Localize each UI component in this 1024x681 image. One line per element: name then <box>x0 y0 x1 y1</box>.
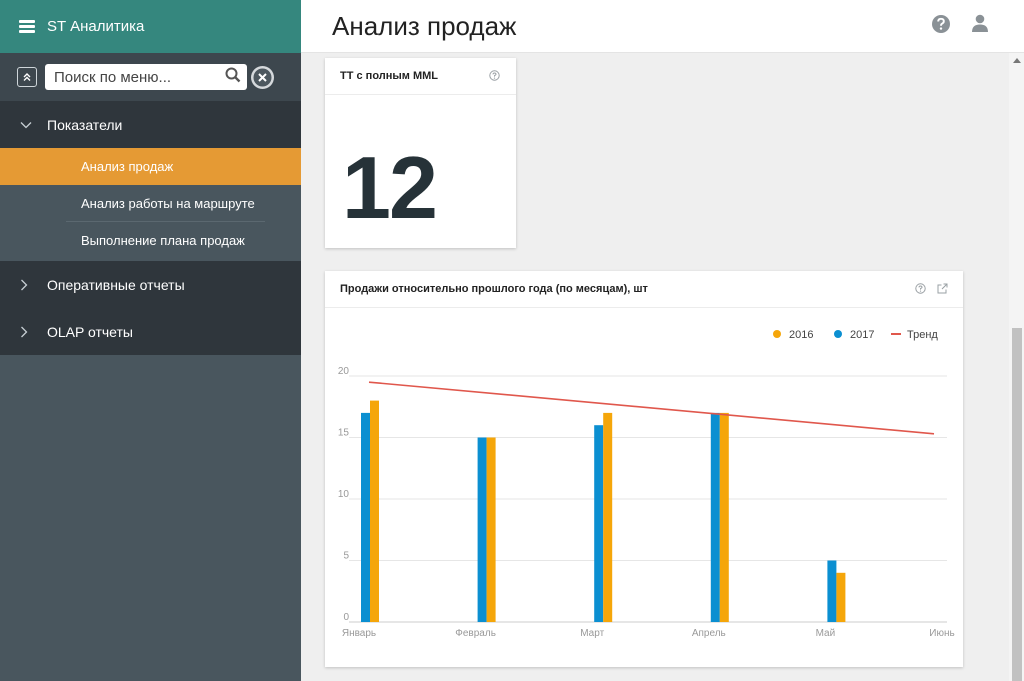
kpi-value: 12 <box>342 138 438 237</box>
bar-2016 <box>603 412 613 622</box>
x-tick-label: Май <box>816 628 836 639</box>
sidebar-group-label: Показатели <box>47 116 123 133</box>
bar-2017 <box>361 412 370 622</box>
legend-label: 2017 <box>850 329 874 341</box>
x-tick-label: Февраль <box>455 628 496 639</box>
bar-2017 <box>827 560 837 622</box>
sidebar-item-label: Анализ продаж <box>81 159 174 174</box>
chart-card: Продажи относительно прошлого года (по м… <box>325 271 963 667</box>
chart-plot: 0 5 10 15 20 Январь Февраль Март Апрель Май Июнь 20… <box>338 329 955 639</box>
chevron-down-icon <box>20 121 34 129</box>
y-tick-label: 0 <box>343 612 349 623</box>
sidebar-item-label: Анализ работы на маршруте <box>81 196 255 211</box>
bar-2017 <box>594 425 604 622</box>
sidebar: ST Аналитика Показатели Анализ продаж Ан… <box>0 0 301 681</box>
hamburger-icon[interactable] <box>19 20 35 33</box>
x-tick-label: Март <box>580 628 604 639</box>
bar-2017 <box>710 412 720 622</box>
sidebar-item-sales-analysis[interactable]: Анализ продаж <box>0 148 301 185</box>
legend-label: Тренд <box>907 329 938 341</box>
bar-2016 <box>836 572 846 622</box>
sidebar-subitems: Анализ продаж Анализ работы на маршруте … <box>0 148 301 261</box>
y-tick-label: 10 <box>338 489 350 500</box>
user-icon[interactable] <box>970 13 990 38</box>
search-icon[interactable] <box>225 67 241 88</box>
sidebar-group-label: OLAP отчеты <box>47 323 133 340</box>
sidebar-group-label: Оперативные отчеты <box>47 276 185 293</box>
bar-2016 <box>719 412 729 622</box>
legend-marker <box>773 330 781 338</box>
kpi-title: ТТ с полным MML <box>340 70 439 82</box>
sidebar-group-pokazateli[interactable]: Показатели <box>0 101 301 148</box>
trend-line <box>368 381 935 435</box>
y-tick-label: 20 <box>338 366 350 377</box>
x-tick-label: Январь <box>342 628 376 639</box>
page-scrollbar[interactable] <box>1009 53 1024 681</box>
app-header: ST Аналитика <box>0 0 301 53</box>
kpi-card-header: ТТ с полным MML <box>325 58 516 95</box>
bar-2017 <box>477 437 487 622</box>
search-input[interactable] <box>54 68 225 86</box>
y-tick-label: 15 <box>338 428 350 439</box>
collapse-up-icon[interactable] <box>17 67 37 87</box>
y-tick-label: 5 <box>343 551 349 562</box>
sidebar-group-olap-reports[interactable]: OLAP отчеты <box>0 308 301 355</box>
legend-label: 2016 <box>789 329 813 341</box>
scroll-up-arrow[interactable] <box>1013 58 1021 63</box>
sidebar-item-sales-plan[interactable]: Выполнение плана продаж <box>0 222 301 259</box>
search-field <box>45 64 247 90</box>
page-title: Анализ продаж <box>332 11 517 41</box>
help-icon[interactable] <box>931 14 951 39</box>
sidebar-item-label: Выполнение плана продаж <box>81 233 245 248</box>
help-icon[interactable] <box>489 70 500 84</box>
bar-2016 <box>486 437 496 622</box>
x-tick-label: Июнь <box>929 628 954 639</box>
scroll-thumb[interactable] <box>1012 328 1022 681</box>
bar-2016 <box>370 400 379 622</box>
chevron-right-icon <box>20 326 34 338</box>
page-header: Анализ продаж <box>301 0 1024 53</box>
app-title: ST Аналитика <box>47 18 145 35</box>
sidebar-item-route-analysis[interactable]: Анализ работы на маршруте <box>0 185 301 222</box>
menu-search-row <box>0 53 301 101</box>
sidebar-group-operational-reports[interactable]: Оперативные отчеты <box>0 261 301 308</box>
clear-icon[interactable] <box>251 65 274 89</box>
chevron-right-icon <box>20 279 34 291</box>
kpi-card: ТТ с полным MML 12 <box>325 58 516 248</box>
x-tick-label: Апрель <box>692 628 726 639</box>
legend-marker <box>834 330 842 338</box>
